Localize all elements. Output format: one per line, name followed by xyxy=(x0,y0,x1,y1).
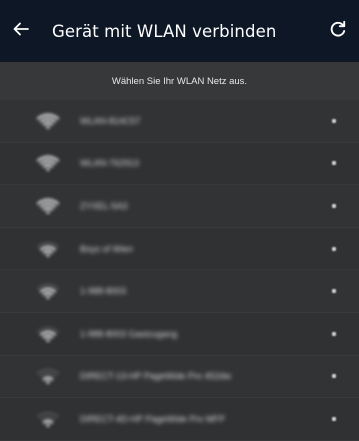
lock-icon xyxy=(332,331,336,336)
network-row[interactable]: DIRECT-13-HP PageWide Pro 452dw xyxy=(0,355,359,399)
network-row[interactable]: Boys of Wien xyxy=(0,227,359,271)
lock-icon xyxy=(332,289,336,294)
network-row[interactable]: 1-988-8003 Gastzugang xyxy=(0,312,359,356)
wifi-icon xyxy=(34,155,62,172)
wifi-icon xyxy=(34,241,62,257)
instruction-text: Wählen Sie Ihr WLAN Netz aus. xyxy=(0,62,359,100)
wifi-icon xyxy=(34,326,62,342)
network-row[interactable]: WLAN-814C57 xyxy=(0,100,359,143)
network-row[interactable]: WLAN-762913 xyxy=(0,142,359,186)
lock-icon xyxy=(332,416,336,421)
network-ssid: 1-988-8003 Gastzugang xyxy=(80,328,178,339)
back-button[interactable] xyxy=(0,0,42,62)
network-ssid: Boys of Wien xyxy=(80,243,134,254)
network-ssid: DIRECT-13-HP PageWide Pro 452dw xyxy=(80,371,231,382)
network-ssid: 1-988-8003 xyxy=(80,286,127,297)
wifi-icon xyxy=(34,368,62,385)
lock-icon xyxy=(332,203,336,208)
lock-icon xyxy=(332,161,336,166)
wifi-icon xyxy=(34,198,62,214)
refresh-icon xyxy=(329,20,347,43)
wifi-network-list: WLAN-814C57 WLAN-762913 ZYXEL-5A3 Boys of W… xyxy=(0,100,359,441)
lock-icon xyxy=(332,118,336,123)
app-screen: Gerät mit WLAN verbinden Wählen Sie Ihr … xyxy=(0,0,359,441)
network-row[interactable]: 1-988-8003 xyxy=(0,270,359,313)
page-title: Gerät mit WLAN verbinden xyxy=(52,21,277,41)
lock-icon xyxy=(332,374,336,379)
wifi-icon xyxy=(34,283,62,299)
refresh-button[interactable] xyxy=(329,0,359,62)
wifi-icon xyxy=(34,411,62,427)
network-row[interactable]: ZYXEL-5A3 xyxy=(0,185,359,228)
network-ssid: WLAN-814C57 xyxy=(80,115,141,126)
top-app-bar: Gerät mit WLAN verbinden xyxy=(0,0,359,62)
wifi-icon xyxy=(34,113,62,129)
arrow-left-icon xyxy=(13,22,29,41)
network-ssid: ZYXEL-5A3 xyxy=(80,200,128,211)
network-ssid: DIRECT-4D-HP PageWide Pro MFP xyxy=(80,413,225,424)
network-ssid: WLAN-762913 xyxy=(80,158,140,169)
lock-icon xyxy=(332,246,336,251)
network-row[interactable]: DIRECT-4D-HP PageWide Pro MFP xyxy=(0,398,359,441)
